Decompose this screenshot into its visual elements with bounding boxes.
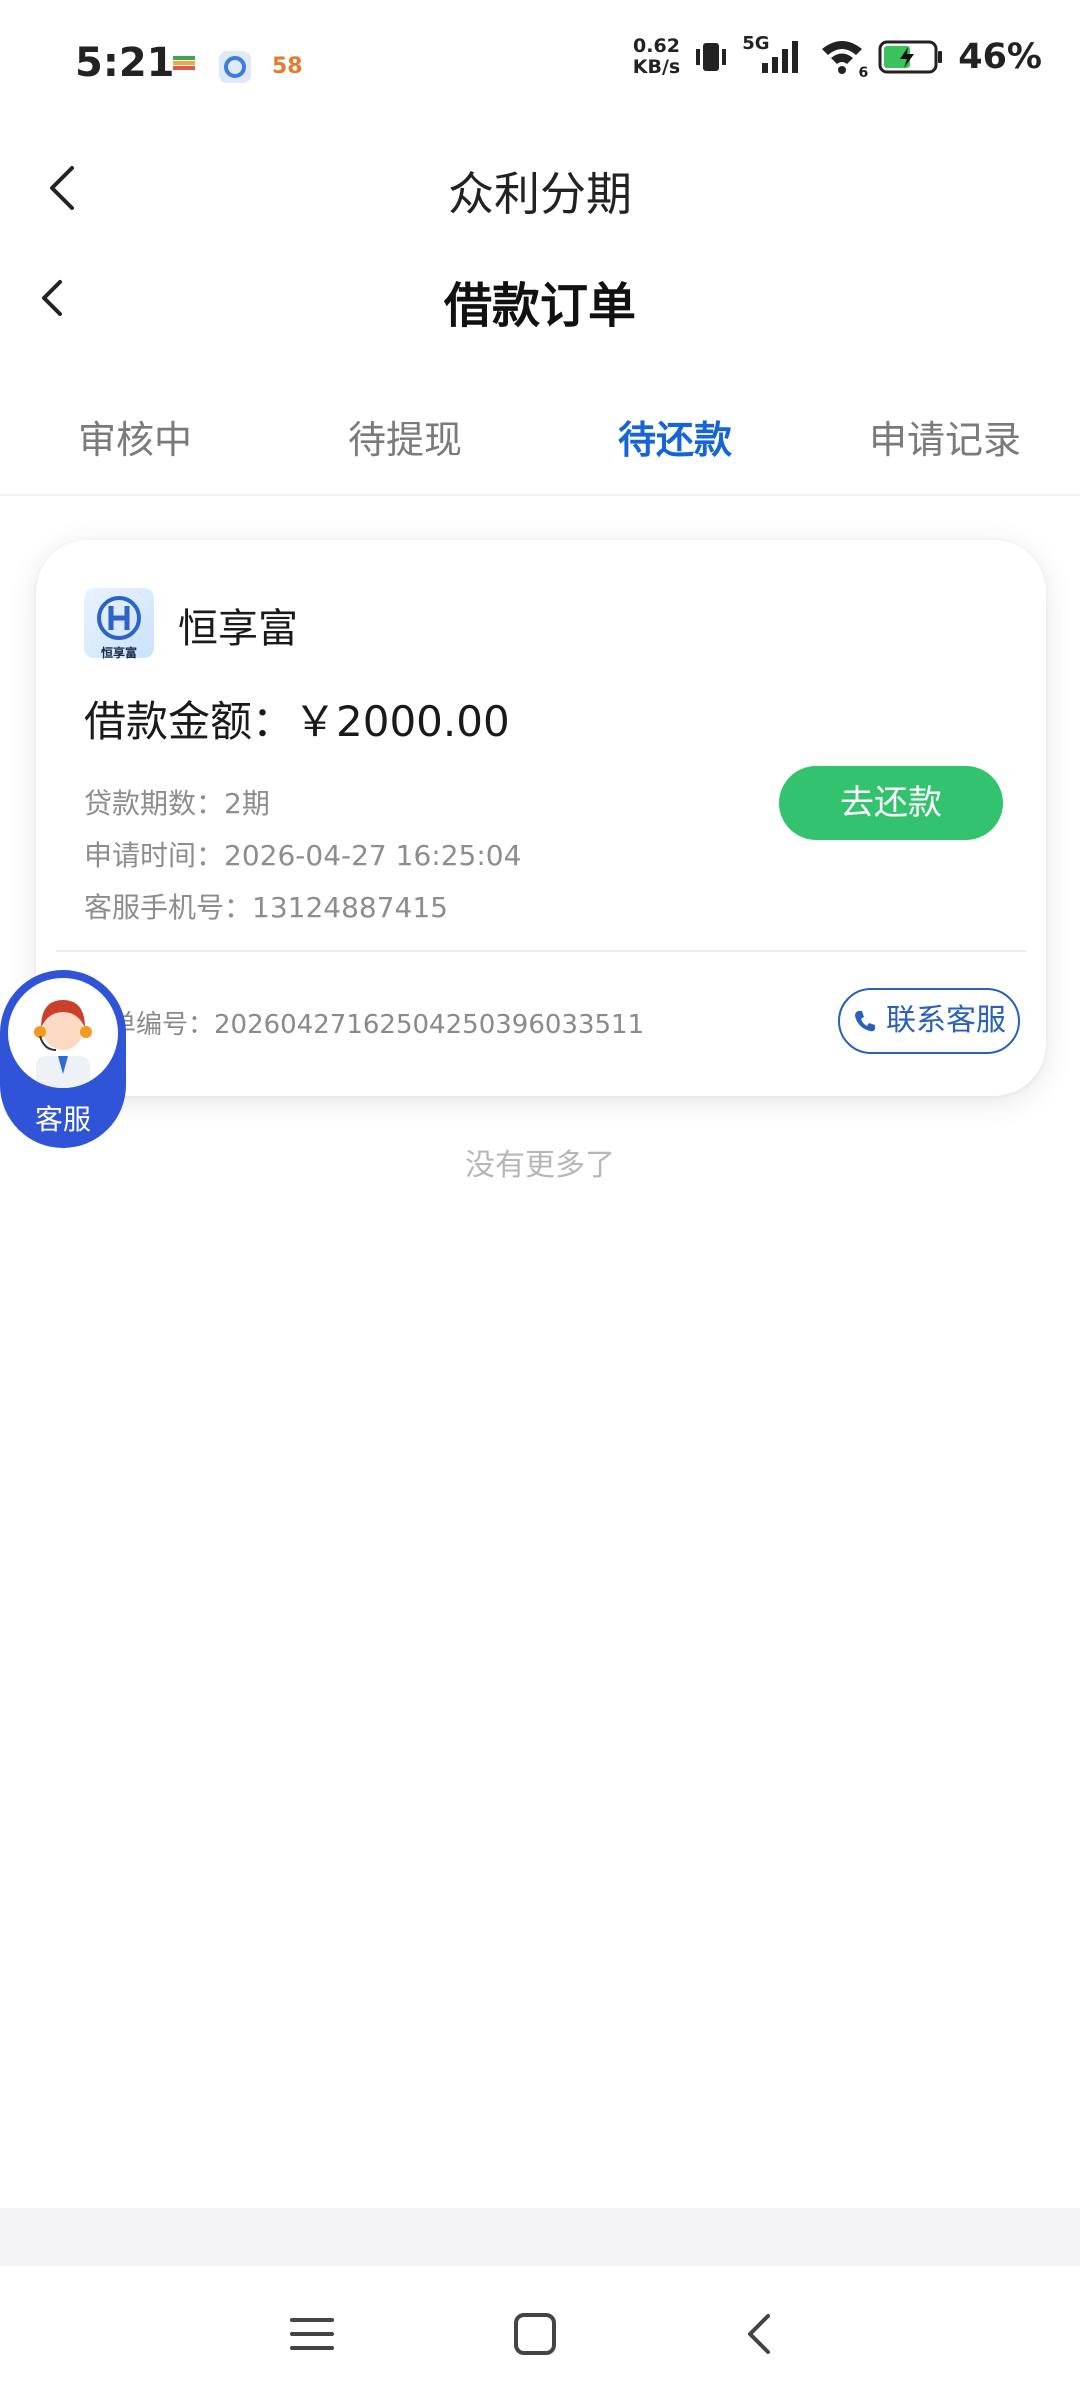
service-avatar: [8, 978, 118, 1088]
browser-app-icon: [219, 51, 251, 83]
status-bar: 5:21 58 0.62 KB/s 5G 6 46%: [0, 0, 1080, 130]
battery-icon: [878, 40, 943, 74]
order-card: 恒享富 恒享富 借款金额：￥2000.00 贷款期数：2期 申请时间：2026-…: [36, 540, 1046, 1096]
status-right: 0.62 KB/s 5G 6 46%: [633, 33, 1042, 81]
contact-service-label: 联系客服: [886, 1003, 1006, 1038]
floating-service-button[interactable]: 客服: [0, 970, 126, 1148]
apply-time-label: 申请时间：: [84, 839, 225, 872]
service-phone: 客服手机号：13124887415: [84, 886, 448, 926]
tab-reviewing[interactable]: 审核中: [0, 400, 270, 492]
service-phone-value: 13124887415: [252, 891, 448, 924]
phone-icon: [855, 1011, 875, 1032]
loan-term-label: 贷款期数：: [84, 787, 225, 820]
order-tabs: 审核中 待提现 待还款 申请记录: [0, 400, 1080, 492]
nav-back-icon[interactable]: [730, 2306, 790, 2362]
home-icon[interactable]: [505, 2306, 565, 2362]
wifi-icon: 6: [820, 37, 868, 81]
tab-pending-repay[interactable]: 待还款: [540, 400, 810, 492]
list-end-text: 没有更多了: [465, 1148, 615, 1183]
58-app-icon: 58: [272, 54, 303, 79]
tab-pending-withdraw[interactable]: 待提现: [270, 400, 540, 492]
net-speed-value: 0.62: [633, 35, 680, 57]
apply-time-value: 2026-04-27 16:25:04: [224, 839, 522, 872]
repay-button[interactable]: 去还款: [779, 766, 1003, 840]
page-header: 借款订单: [0, 250, 1080, 346]
status-time: 5:21: [75, 40, 175, 86]
card-divider: [56, 950, 1026, 952]
app-header: 众利分期: [0, 140, 1080, 236]
floating-service-label: 客服: [34, 1103, 91, 1136]
bottom-spacer: [0, 2208, 1080, 2266]
loan-term: 贷款期数：2期: [84, 782, 270, 822]
order-number: 订单编号：20260427162504250396033511: [84, 1004, 644, 1041]
order-number-value: 20260427162504250396033511: [214, 1010, 645, 1040]
wifi-sub: 6: [858, 65, 869, 81]
net-speed-unit: KB/s: [632, 56, 681, 78]
tab-apply-records[interactable]: 申请记录: [810, 400, 1080, 492]
menu-icon[interactable]: [282, 2306, 342, 2362]
network-type: 5G: [742, 33, 770, 54]
system-nav-bar: [0, 2266, 1080, 2400]
loan-amount-value: ￥2000.00: [294, 697, 510, 746]
page-title: 借款订单: [443, 278, 636, 334]
vibrate-icon: [696, 43, 727, 71]
lender-logo-text: 恒享富: [100, 646, 137, 660]
lender-name: 恒享富: [178, 606, 298, 652]
loan-amount-label: 借款金额：: [84, 697, 295, 746]
loan-term-value: 2期: [224, 787, 270, 820]
tabs-divider: [0, 494, 1080, 496]
headset-agent-icon: [34, 1000, 92, 1088]
battery-percent: 46%: [958, 37, 1042, 77]
apply-time: 申请时间：2026-04-27 16:25:04: [84, 834, 521, 874]
service-phone-label: 客服手机号：: [84, 891, 253, 924]
loan-amount: 借款金额：￥2000.00: [84, 688, 510, 749]
app-title: 众利分期: [448, 167, 632, 221]
contact-service-button[interactable]: 联系客服: [838, 988, 1020, 1054]
net-speed: 0.62 KB/s: [633, 36, 680, 78]
signal-icon: 5G: [742, 33, 806, 77]
wallet-app-icon: [173, 56, 195, 70]
